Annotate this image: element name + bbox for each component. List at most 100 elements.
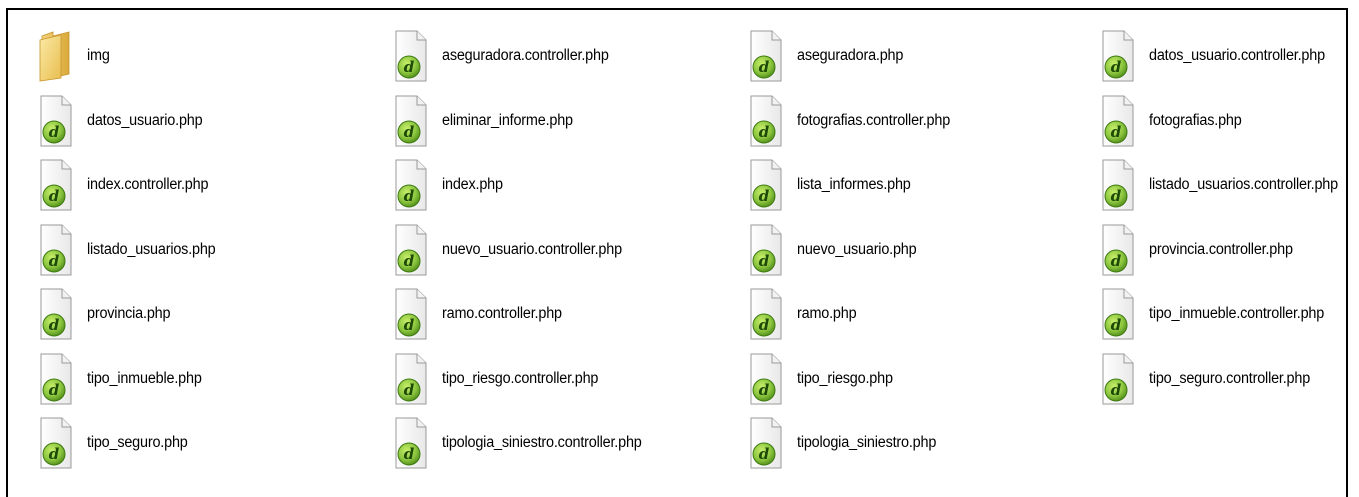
file-item[interactable]: d index.php bbox=[391, 153, 746, 218]
file-item[interactable]: d aseguradora.controller.php bbox=[391, 24, 746, 89]
svg-text:d: d bbox=[759, 445, 770, 463]
svg-text:d: d bbox=[404, 187, 415, 205]
file-name-label: tipo_seguro.controller.php bbox=[1149, 369, 1311, 387]
file-name-label: aseguradora.controller.php bbox=[442, 47, 609, 65]
file-name-label: tipo_riesgo.controller.php bbox=[442, 369, 599, 387]
file-name-label: tipo_riesgo.php bbox=[797, 369, 893, 387]
svg-text:d: d bbox=[404, 445, 415, 463]
file-item[interactable]: d provincia.controller.php bbox=[1098, 218, 1359, 283]
svg-text:d: d bbox=[49, 123, 60, 141]
file-name-label: datos_usuario.php bbox=[87, 111, 203, 129]
file-item[interactable]: d provincia.php bbox=[36, 282, 391, 347]
file-name-label: ramo.php bbox=[797, 305, 857, 323]
file-name-label: tipo_inmueble.controller.php bbox=[1149, 305, 1325, 323]
file-name-label: tipo_seguro.php bbox=[87, 434, 188, 452]
file-name-label: ramo.controller.php bbox=[442, 305, 562, 323]
file-item[interactable]: d ramo.php bbox=[746, 282, 1098, 347]
file-item[interactable]: d tipo_inmueble.controller.php bbox=[1098, 282, 1359, 347]
svg-text:d: d bbox=[759, 252, 770, 270]
file-list-pane: img d aseguradora.controller.php d asegu… bbox=[6, 8, 1348, 497]
dreamweaver-php-icon: d bbox=[1098, 348, 1138, 410]
dreamweaver-php-icon: d bbox=[746, 412, 786, 474]
file-name-label: tipo_inmueble.php bbox=[87, 369, 202, 387]
dreamweaver-php-icon: d bbox=[391, 283, 431, 345]
folder-icon bbox=[36, 25, 76, 87]
dreamweaver-php-icon: d bbox=[746, 90, 786, 152]
file-name-label: fotografias.controller.php bbox=[797, 111, 951, 129]
file-name-label: eliminar_informe.php bbox=[442, 111, 573, 129]
file-name-label: tipologia_siniestro.php bbox=[797, 434, 937, 452]
file-name-label: nuevo_usuario.controller.php bbox=[442, 240, 622, 258]
svg-text:d: d bbox=[49, 252, 60, 270]
file-item[interactable]: d aseguradora.php bbox=[746, 24, 1098, 89]
file-name-label: listado_usuarios.php bbox=[87, 240, 216, 258]
file-item[interactable]: d eliminar_informe.php bbox=[391, 89, 746, 154]
file-name-label: fotografias.php bbox=[1149, 111, 1242, 129]
dreamweaver-php-icon: d bbox=[746, 25, 786, 87]
dreamweaver-php-icon: d bbox=[1098, 90, 1138, 152]
svg-text:d: d bbox=[759, 316, 770, 334]
svg-text:d: d bbox=[1111, 58, 1122, 76]
file-item[interactable]: d fotografias.controller.php bbox=[746, 89, 1098, 154]
dreamweaver-php-icon: d bbox=[746, 283, 786, 345]
file-item[interactable]: d datos_usuario.controller.php bbox=[1098, 24, 1359, 89]
file-name-label: aseguradora.php bbox=[797, 47, 904, 65]
dreamweaver-php-icon: d bbox=[36, 90, 76, 152]
file-item[interactable]: d tipo_inmueble.php bbox=[36, 347, 391, 412]
dreamweaver-php-icon: d bbox=[391, 348, 431, 410]
dreamweaver-php-icon: d bbox=[1098, 154, 1138, 216]
svg-text:d: d bbox=[759, 58, 770, 76]
file-name-label: provincia.php bbox=[87, 305, 171, 323]
svg-text:d: d bbox=[49, 381, 60, 399]
dreamweaver-php-icon: d bbox=[36, 348, 76, 410]
file-name-label: tipologia_siniestro.controller.php bbox=[442, 434, 642, 452]
svg-text:d: d bbox=[1111, 187, 1122, 205]
svg-text:d: d bbox=[404, 252, 415, 270]
file-item[interactable]: d listado_usuarios.php bbox=[36, 218, 391, 283]
svg-text:d: d bbox=[1111, 252, 1122, 270]
file-item[interactable]: img bbox=[36, 24, 391, 89]
svg-text:d: d bbox=[1111, 381, 1122, 399]
file-item[interactable]: d ramo.controller.php bbox=[391, 282, 746, 347]
file-item[interactable]: d tipo_seguro.controller.php bbox=[1098, 347, 1359, 412]
file-item[interactable]: d tipo_seguro.php bbox=[36, 411, 391, 476]
svg-text:d: d bbox=[759, 123, 770, 141]
dreamweaver-php-icon: d bbox=[746, 154, 786, 216]
file-item[interactable]: d nuevo_usuario.php bbox=[746, 218, 1098, 283]
dreamweaver-php-icon: d bbox=[746, 348, 786, 410]
dreamweaver-php-icon: d bbox=[746, 219, 786, 281]
dreamweaver-php-icon: d bbox=[391, 90, 431, 152]
svg-text:d: d bbox=[404, 123, 415, 141]
svg-text:d: d bbox=[1111, 123, 1122, 141]
file-item[interactable]: d tipologia_siniestro.php bbox=[746, 411, 1098, 476]
file-item[interactable]: d lista_informes.php bbox=[746, 153, 1098, 218]
file-item[interactable]: d tipo_riesgo.php bbox=[746, 347, 1098, 412]
file-item[interactable]: d tipologia_siniestro.controller.php bbox=[391, 411, 746, 476]
dreamweaver-php-icon: d bbox=[1098, 219, 1138, 281]
file-name-label: index.php bbox=[442, 176, 503, 194]
dreamweaver-php-icon: d bbox=[1098, 283, 1138, 345]
svg-text:d: d bbox=[759, 381, 770, 399]
file-item[interactable]: d tipo_riesgo.controller.php bbox=[391, 347, 746, 412]
file-name-label: nuevo_usuario.php bbox=[797, 240, 917, 258]
file-item[interactable]: d index.controller.php bbox=[36, 153, 391, 218]
svg-text:d: d bbox=[1111, 316, 1122, 334]
dreamweaver-php-icon: d bbox=[391, 154, 431, 216]
dreamweaver-php-icon: d bbox=[36, 283, 76, 345]
dreamweaver-php-icon: d bbox=[391, 412, 431, 474]
file-name-label: index.controller.php bbox=[87, 176, 209, 194]
svg-text:d: d bbox=[404, 58, 415, 76]
svg-text:d: d bbox=[49, 187, 60, 205]
file-item[interactable]: d fotografias.php bbox=[1098, 89, 1359, 154]
file-item[interactable]: d datos_usuario.php bbox=[36, 89, 391, 154]
dreamweaver-php-icon: d bbox=[391, 25, 431, 87]
file-item[interactable]: d listado_usuarios.controller.php bbox=[1098, 153, 1359, 218]
dreamweaver-php-icon: d bbox=[36, 154, 76, 216]
dreamweaver-php-icon: d bbox=[1098, 25, 1138, 87]
dreamweaver-php-icon: d bbox=[36, 219, 76, 281]
svg-text:d: d bbox=[759, 187, 770, 205]
file-name-label: datos_usuario.controller.php bbox=[1149, 47, 1325, 65]
file-item[interactable]: d nuevo_usuario.controller.php bbox=[391, 218, 746, 283]
svg-text:d: d bbox=[404, 316, 415, 334]
file-name-label: lista_informes.php bbox=[797, 176, 911, 194]
